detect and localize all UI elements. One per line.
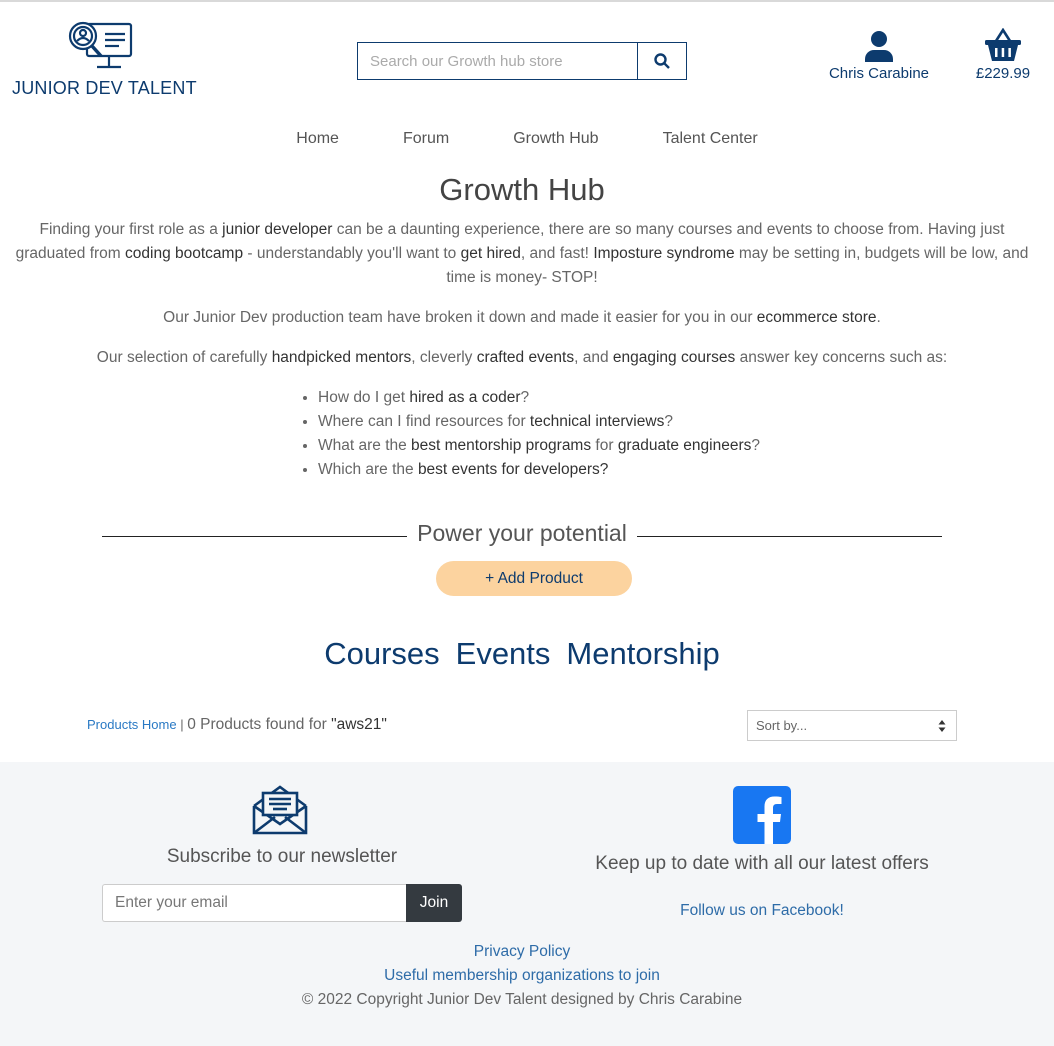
text: ?: [664, 413, 673, 430]
category-events[interactable]: Events: [456, 636, 551, 672]
main-nav: Home Forum Growth Hub Talent Center: [0, 130, 1054, 148]
text: answer key concerns such as:: [735, 349, 948, 366]
intro-paragraph-2: Our Junior Dev production team have brok…: [0, 306, 1044, 330]
footer: Subscribe to our newsletter Join Keep up…: [0, 762, 1054, 1046]
highlight: Imposture syndrome: [593, 245, 735, 262]
text: ?: [520, 389, 530, 406]
envelope-open-icon: [252, 785, 308, 835]
search-icon: [654, 53, 670, 69]
nav-growth-hub[interactable]: Growth Hub: [513, 130, 598, 148]
brand-name: JUNIOR DEV TALENT: [12, 78, 197, 98]
join-button[interactable]: Join: [406, 884, 462, 922]
search-query: "aws21": [331, 716, 387, 733]
search-input[interactable]: [358, 43, 637, 79]
basket-icon: [985, 28, 1021, 61]
category-mentorship[interactable]: Mentorship: [566, 636, 719, 672]
text: , cleverly: [411, 349, 477, 366]
highlight: get hired: [460, 245, 521, 262]
text: ?: [751, 437, 761, 454]
search-form: [357, 42, 687, 80]
sort-label: Sort by...: [756, 718, 808, 733]
highlight: coding bootcamp: [125, 245, 244, 262]
text: What are the: [318, 437, 412, 454]
top-border: [0, 0, 1054, 2]
concerns-list: How do I get hired as a coder? Where can…: [318, 386, 760, 482]
text: , and fast!: [520, 245, 594, 262]
newsletter-title: Subscribe to our newsletter: [166, 846, 398, 867]
text: , and: [574, 349, 613, 366]
facebook-link[interactable]: Follow us on Facebook!: [562, 902, 962, 920]
highlight: engaging courses: [612, 349, 736, 366]
user-icon: [865, 31, 893, 62]
copyright-text: © 2022 Copyright Junior Dev Talent desig…: [301, 991, 743, 1008]
results-count: 0 Products found for: [187, 716, 332, 733]
separator: |: [176, 717, 188, 732]
intro-paragraph-3: Our selection of carefully handpicked me…: [0, 346, 1044, 370]
category-courses[interactable]: Courses: [324, 636, 439, 672]
text: Finding your first role as a: [39, 221, 223, 238]
highlight: ecommerce store: [756, 309, 877, 326]
highlight: crafted events: [476, 349, 575, 366]
list-item: What are the best mentorship programs fo…: [318, 434, 760, 458]
account-link[interactable]: Chris Carabine: [820, 30, 938, 82]
account-name: Chris Carabine: [828, 65, 930, 82]
highlight: hired as a coder: [409, 389, 521, 406]
highlight: graduate engineers: [617, 437, 752, 454]
section-title: Power your potential: [417, 520, 627, 546]
sort-caret-icon: [938, 720, 946, 732]
results-summary: Products Home | 0 Products found for "aw…: [87, 716, 387, 734]
list-item: How do I get hired as a coder?: [318, 386, 760, 410]
cart-link[interactable]: £229.99: [966, 28, 1040, 82]
highlight: best mentorship programs: [411, 437, 592, 454]
footer-links: Privacy Policy Useful membership organiz…: [0, 940, 1044, 1012]
monitor-magnifier-icon: [68, 21, 132, 69]
sort-select[interactable]: Sort by...: [747, 710, 957, 741]
nav-home[interactable]: Home: [296, 130, 339, 148]
page-title: Growth Hub: [439, 172, 605, 207]
text: How do I get: [318, 389, 410, 406]
text: Our selection of carefully: [96, 349, 272, 366]
site-logo[interactable]: JUNIOR DEV TALENT: [12, 20, 197, 99]
highlight: handpicked mentors: [271, 349, 412, 366]
divider-line: [636, 536, 942, 537]
offers-title: Keep up to date with all our latest offe…: [595, 853, 929, 874]
membership-link[interactable]: Useful membership organizations to join: [0, 964, 1044, 988]
products-home-link[interactable]: Products Home: [87, 717, 177, 732]
intro-paragraph-1: Finding your first role as a junior deve…: [0, 218, 1044, 290]
privacy-policy-link[interactable]: Privacy Policy: [0, 940, 1044, 964]
text: - understandably you'll want to: [243, 245, 461, 262]
newsletter-form: Join: [102, 884, 462, 922]
search-button[interactable]: [637, 43, 686, 79]
nav-talent-center[interactable]: Talent Center: [663, 130, 758, 148]
divider-line: [102, 536, 408, 537]
text: for: [591, 437, 618, 454]
list-item: Where can I find resources for technical…: [318, 410, 760, 434]
text: Where can I find resources for: [318, 413, 530, 430]
section-divider: Power your potential: [102, 520, 942, 547]
list-item: Which are the best events for developers…: [318, 458, 760, 482]
nav-forum[interactable]: Forum: [403, 130, 449, 148]
text: Which are the: [318, 461, 418, 478]
category-links: Courses Events Mentorship: [0, 636, 1044, 672]
highlight: best events for developers?: [417, 461, 609, 478]
email-field[interactable]: [102, 884, 406, 922]
text: Our Junior Dev production team have brok…: [163, 309, 757, 326]
facebook-icon[interactable]: [733, 786, 791, 844]
highlight: technical interviews: [529, 413, 665, 430]
add-product-button[interactable]: + Add Product: [436, 561, 632, 596]
text: .: [876, 309, 881, 326]
highlight: junior developer: [222, 221, 333, 238]
cart-total: £229.99: [975, 65, 1031, 82]
